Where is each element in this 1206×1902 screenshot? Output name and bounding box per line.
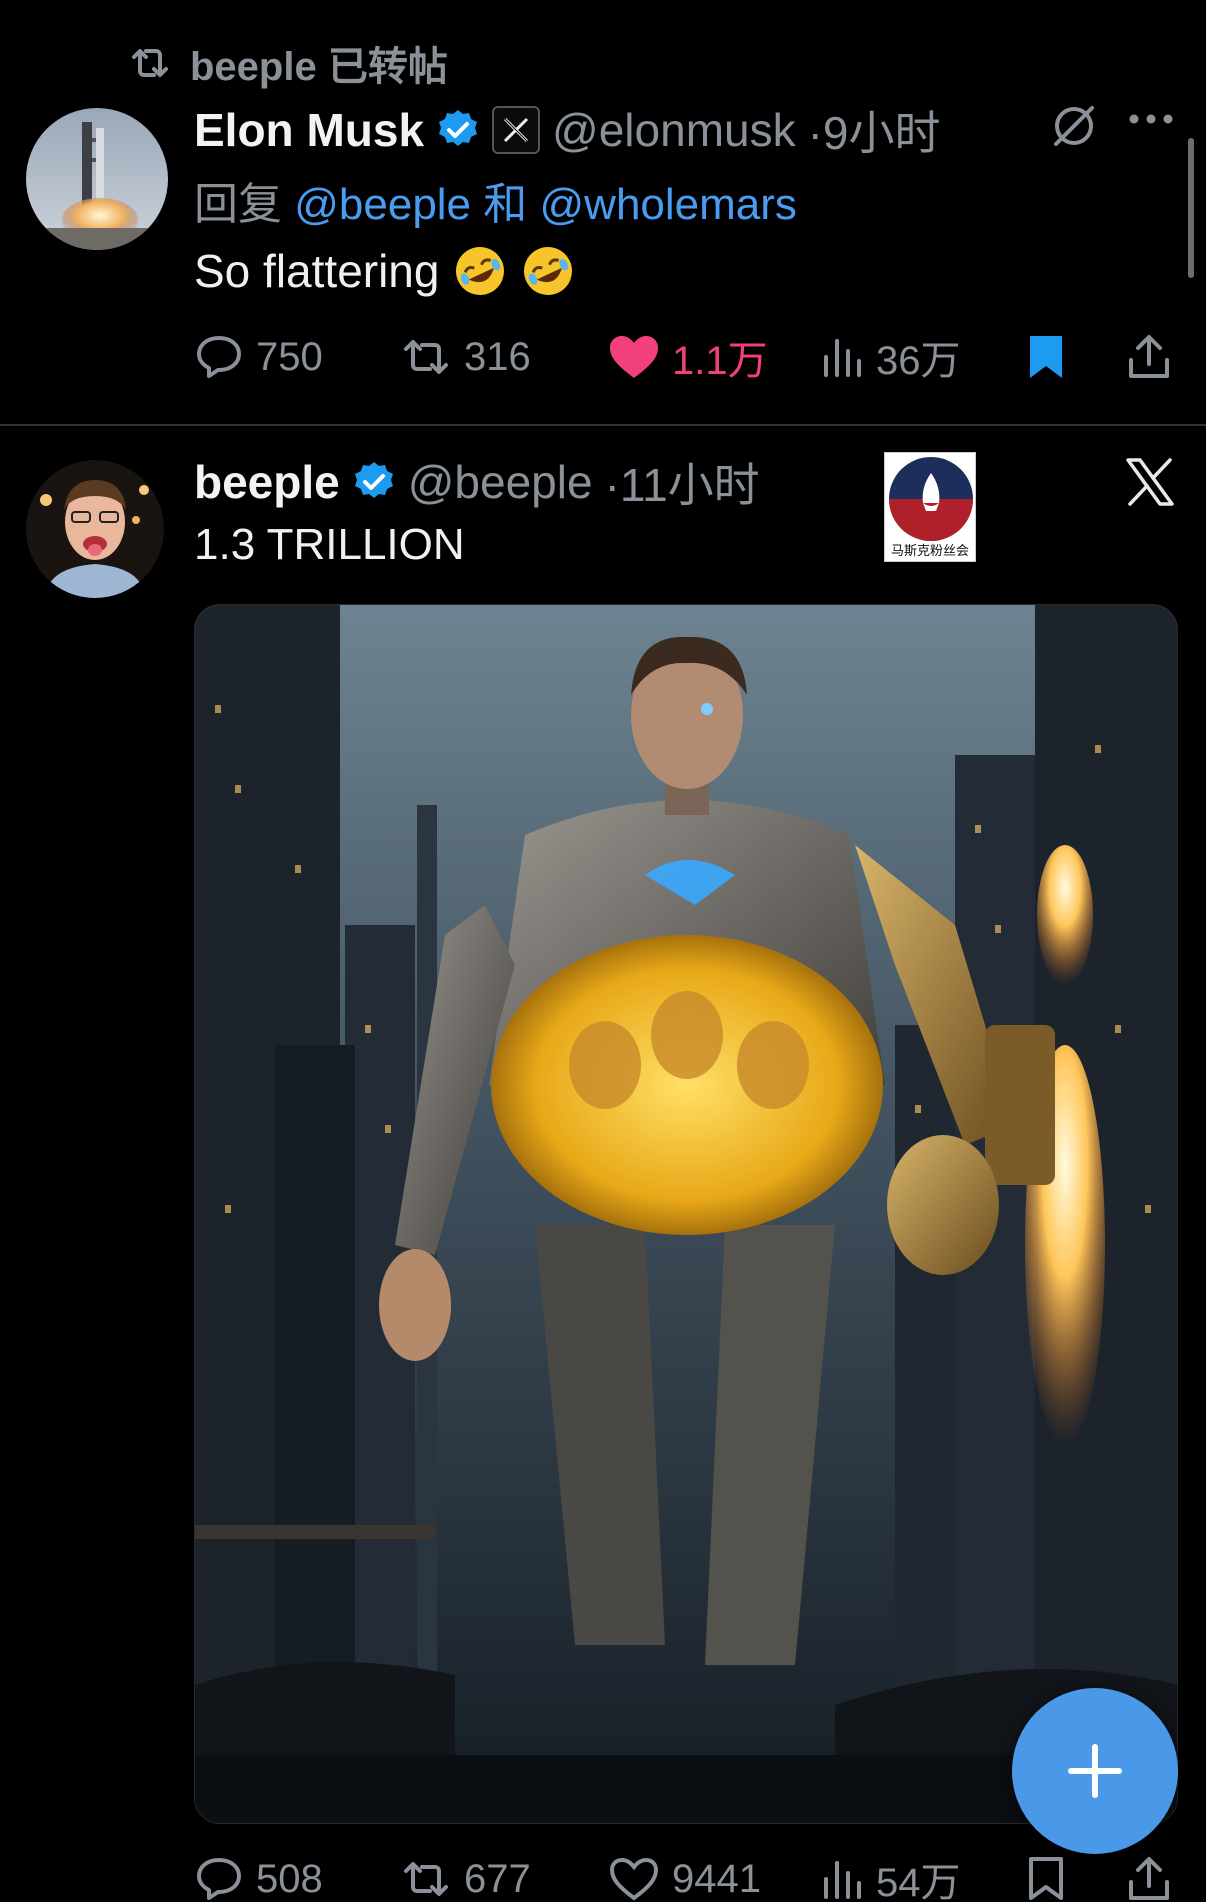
like-icon (608, 334, 660, 380)
x-logo-icon[interactable] (1124, 456, 1176, 508)
watermark-logo: 马斯克粉丝会 (884, 452, 976, 562)
reply-user-link[interactable]: @beeple (294, 180, 471, 229)
share-button[interactable] (1126, 1852, 1172, 1902)
x-badge-icon (492, 106, 541, 154)
scrollbar[interactable] (1188, 138, 1194, 278)
tweet-text: So flattering (194, 245, 440, 297)
like-icon (608, 1856, 660, 1902)
reply-icon (194, 334, 244, 380)
views-count: 54万 (876, 1861, 961, 1902)
tweet-divider (0, 424, 1206, 426)
tweet-time[interactable]: ·11小时 (605, 449, 760, 515)
views-button[interactable]: 36万 (820, 330, 961, 384)
reply-and: 和 (483, 180, 528, 229)
verified-badge-icon (352, 460, 396, 504)
views-button[interactable]: 54万 (820, 1852, 961, 1902)
like-button[interactable]: 1.1万 (608, 330, 768, 384)
like-button[interactable]: 9441 (608, 1852, 761, 1902)
tweet-media-image[interactable] (194, 604, 1178, 1824)
author-handle[interactable]: @elonmusk (552, 103, 796, 157)
compose-button[interactable] (1012, 1688, 1178, 1854)
reply-context: 回复 @beeple 和 @wholemars (194, 168, 797, 232)
repost-icon (400, 335, 452, 379)
tweet-time[interactable]: ·9小时 (808, 97, 941, 163)
author-handle[interactable]: @beeple (408, 455, 593, 509)
reply-button[interactable]: 750 (194, 330, 323, 384)
tweet-actions: 508 677 9441 54万 (194, 1852, 1174, 1902)
share-icon (1126, 1856, 1172, 1902)
tweet-text: 1.3 TRILLION (194, 520, 465, 569)
bookmark-button[interactable] (1026, 1852, 1066, 1902)
plus-icon (1065, 1741, 1125, 1801)
reply-icon (194, 1856, 244, 1902)
like-count: 9441 (672, 1856, 761, 1901)
views-count: 36万 (876, 339, 961, 383)
author-name[interactable]: Elon Musk (194, 103, 424, 157)
share-icon (1126, 334, 1172, 380)
bookmark-button[interactable] (1026, 330, 1066, 384)
reply-count: 508 (256, 1856, 323, 1901)
repost-count: 677 (464, 1856, 531, 1901)
views-icon (820, 335, 864, 379)
tweet-header: Elon Musk @elonmusk ·9小时 (194, 100, 941, 160)
repost-count: 316 (464, 334, 531, 379)
share-button[interactable] (1126, 330, 1172, 384)
tweet-body: So flattering (194, 244, 575, 298)
rofl-emoji-icon (453, 244, 507, 298)
repost-button[interactable]: 316 (400, 330, 531, 384)
retweet-text: beeple 已转帖 (190, 45, 448, 89)
tweet-actions: 750 316 1.1万 36万 (194, 330, 1174, 384)
bookmark-icon (1026, 1856, 1066, 1902)
reply-user-link[interactable]: @wholemars (540, 180, 797, 229)
like-count: 1.1万 (672, 339, 768, 383)
author-name[interactable]: beeple (194, 455, 340, 509)
repost-button[interactable]: 677 (400, 1852, 531, 1902)
repost-icon (400, 1857, 452, 1901)
watermark-text: 马斯克粉丝会 (890, 544, 969, 559)
verified-badge-icon (436, 108, 480, 152)
more-icon[interactable] (1128, 112, 1174, 126)
reply-button[interactable]: 508 (194, 1852, 323, 1902)
bookmark-icon (1026, 334, 1066, 380)
retweet-icon (128, 43, 172, 83)
grok-icon[interactable] (1050, 102, 1098, 150)
tweet-header: beeple @beeple ·11小时 (194, 452, 760, 512)
rofl-emoji-icon (521, 244, 575, 298)
retweet-indicator[interactable]: beeple 已转帖 (128, 38, 448, 89)
views-icon (820, 1857, 864, 1901)
reply-count: 750 (256, 334, 323, 379)
avatar[interactable] (26, 108, 168, 250)
avatar[interactable] (26, 460, 164, 598)
reply-prefix: 回复 (194, 180, 282, 229)
